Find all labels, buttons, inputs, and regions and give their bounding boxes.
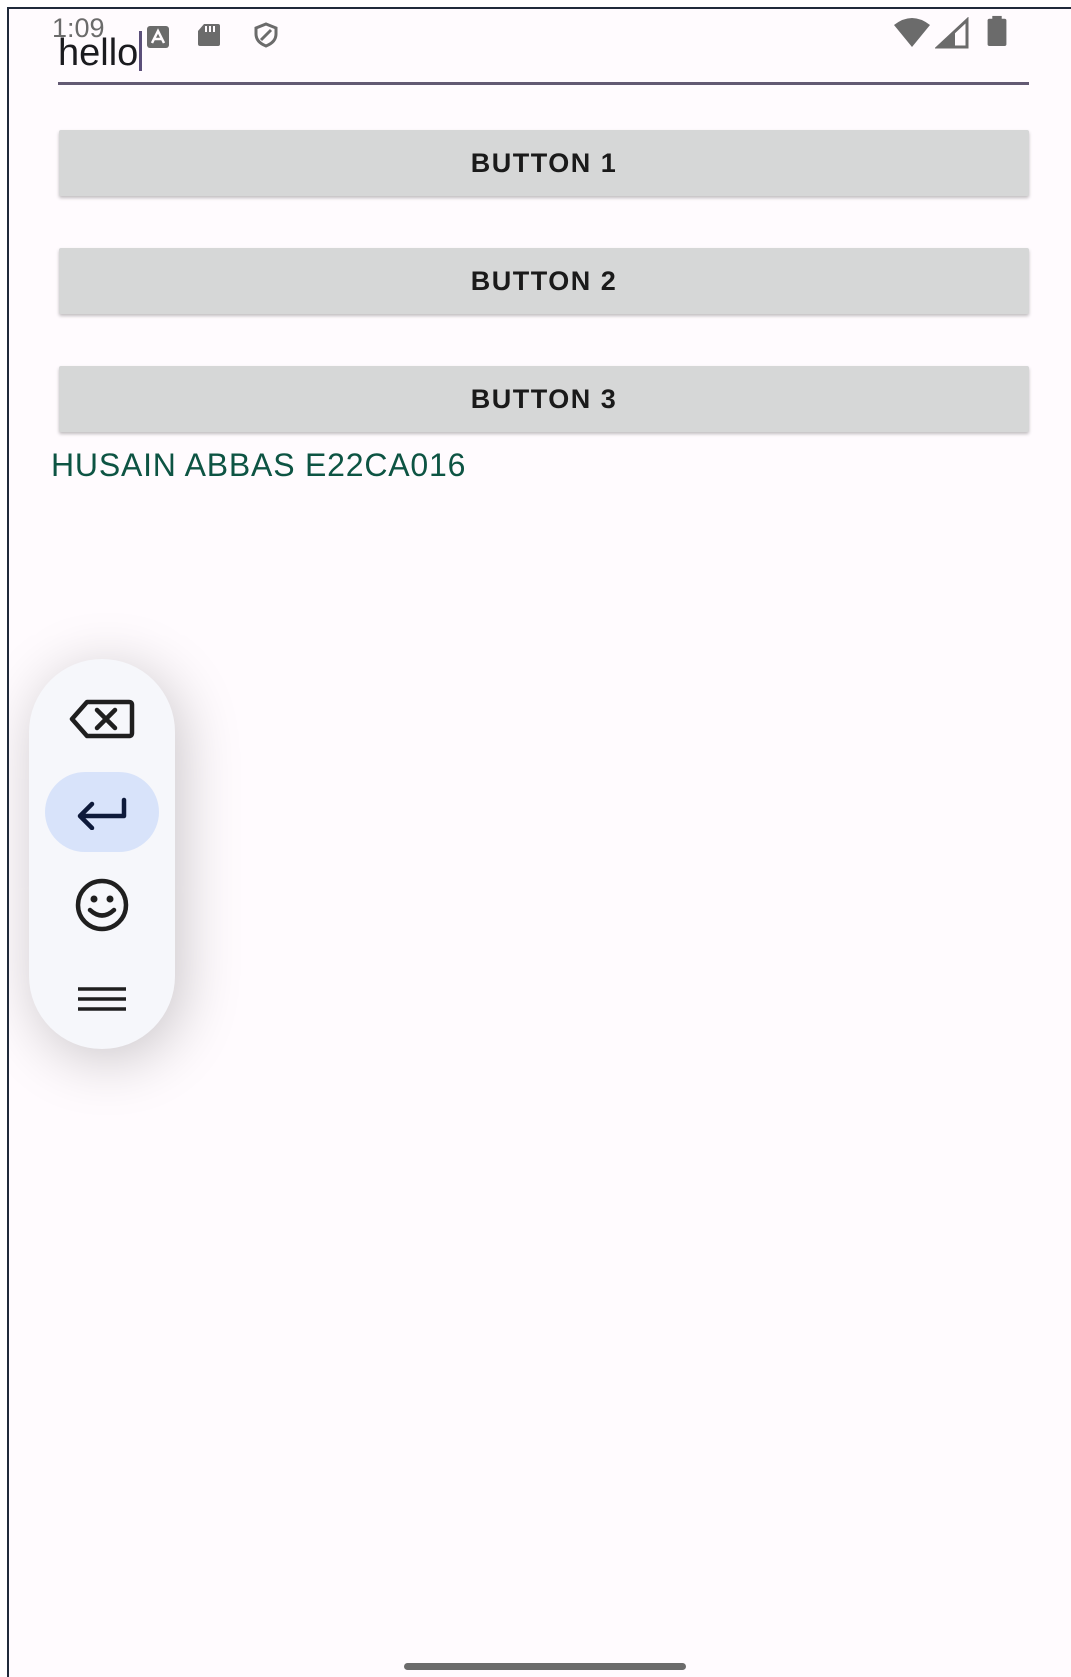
backspace-icon bbox=[69, 699, 135, 739]
emoji-icon bbox=[75, 878, 129, 932]
floating-keyboard-toolbar bbox=[29, 659, 175, 1049]
button-3[interactable]: BUTTON 3 bbox=[59, 366, 1029, 432]
backspace-button[interactable] bbox=[45, 679, 159, 759]
name-label: HUSAIN ABBAS E22CA016 bbox=[51, 447, 467, 483]
button-2[interactable]: BUTTON 2 bbox=[59, 248, 1029, 314]
text-cursor bbox=[139, 31, 143, 71]
menu-icon bbox=[78, 987, 126, 1011]
enter-icon bbox=[77, 797, 127, 830]
text-input-value: hello bbox=[58, 29, 143, 77]
text-input[interactable]: hello bbox=[58, 29, 1029, 85]
menu-button[interactable] bbox=[45, 959, 159, 1039]
button-1[interactable]: BUTTON 1 bbox=[59, 130, 1029, 196]
enter-button[interactable] bbox=[45, 772, 159, 852]
home-indicator[interactable] bbox=[404, 1663, 686, 1670]
app-screen: 1:09 hello BUTTON 1 BUTTON 2 BUTTON 3 HU… bbox=[7, 7, 1071, 1677]
emoji-button[interactable] bbox=[45, 865, 159, 945]
